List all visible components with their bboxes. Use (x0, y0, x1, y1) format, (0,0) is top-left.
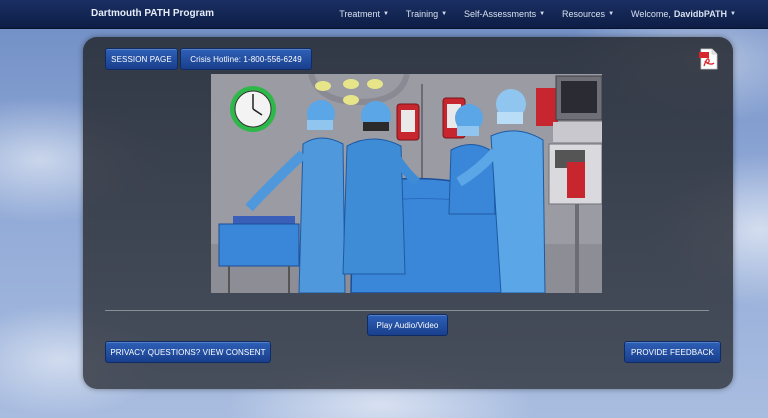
caret-down-icon: ▼ (441, 11, 448, 17)
nav-item-resources[interactable]: Resources ▼ (562, 9, 614, 19)
nav-menu: Treatment ▼ Training ▼ Self-Assessments … (339, 9, 736, 19)
top-navbar: Dartmouth PATH Program Treatment ▼ Train… (0, 0, 768, 29)
caret-down-icon: ▼ (539, 11, 546, 17)
nav-item-welcome-user[interactable]: Welcome, DavidbPATH ▼ (631, 9, 736, 19)
divider (105, 310, 709, 311)
nav-item-label: Self-Assessments (464, 9, 537, 19)
welcome-prefix: Welcome, (631, 9, 671, 19)
nav-item-label: Training (405, 9, 439, 19)
nav-item-label: Treatment (339, 9, 380, 19)
caret-down-icon: ▼ (730, 11, 736, 17)
session-panel: SESSION PAGE Crisis Hotline: 1-800-556-6… (83, 37, 733, 389)
provide-feedback-button[interactable]: PROVIDE FEEDBACK (624, 341, 721, 363)
crisis-hotline-button[interactable]: Crisis Hotline: 1-800-556-6249 (180, 48, 312, 70)
session-page-button[interactable]: SESSION PAGE (105, 48, 178, 70)
nav-item-treatment[interactable]: Treatment ▼ (339, 9, 389, 19)
privacy-consent-button[interactable]: PRIVACY QUESTIONS? VIEW CONSENT (105, 341, 271, 363)
pdf-icon[interactable] (698, 48, 720, 70)
nav-item-self-assessments[interactable]: Self-Assessments ▼ (464, 9, 545, 19)
brand-title[interactable]: Dartmouth PATH Program (91, 8, 214, 19)
caret-down-icon: ▼ (382, 11, 389, 17)
play-audio-video-button[interactable]: Play Audio/Video (367, 314, 448, 336)
surgery-illustration (211, 74, 602, 293)
welcome-username: DavidbPATH (673, 9, 728, 19)
nav-item-training[interactable]: Training ▼ (406, 9, 447, 19)
caret-down-icon: ▼ (608, 11, 615, 17)
nav-item-label: Resources (562, 9, 606, 19)
